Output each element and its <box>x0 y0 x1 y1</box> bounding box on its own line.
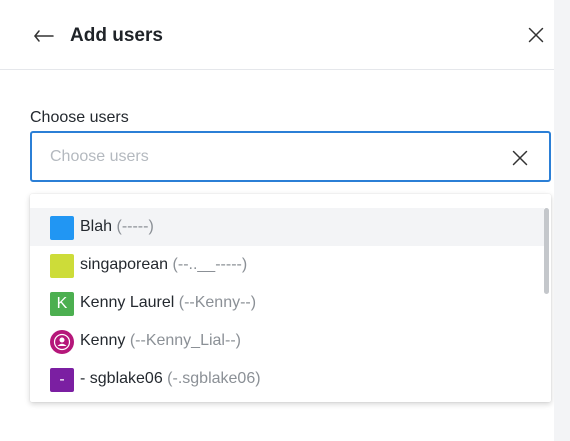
avatar-initial: K <box>56 295 68 312</box>
user-handle: (--Kenny--) <box>178 294 257 311</box>
choose-users-combobox[interactable] <box>30 131 551 182</box>
list-item-user[interactable]: Kenny (--Kenny_Lial--) <box>30 322 544 360</box>
profile-picture-icon <box>51 331 73 353</box>
dropdown-scrollbar[interactable] <box>544 208 549 294</box>
add-users-panel: Add users Choose users Blah (-----) <box>0 0 555 441</box>
avatar <box>50 254 74 278</box>
user-name: Blah <box>80 218 113 235</box>
clear-button[interactable] <box>509 147 531 169</box>
choose-users-label: Choose users <box>30 109 129 126</box>
avatar: - <box>50 368 74 392</box>
user-handle: (--Kenny_Lial--) <box>129 332 241 349</box>
panel-header: Add users <box>0 0 555 70</box>
list-item-user[interactable]: - - sgblake06 (-.sgblake06) <box>30 360 544 398</box>
background-edge <box>554 0 570 441</box>
user-name: singaporean <box>80 256 169 273</box>
user-handle: (-----) <box>116 218 154 235</box>
list-item-user[interactable]: K Kenny Laurel (--Kenny--) <box>30 284 544 322</box>
user-handle: (-.sgblake06) <box>167 370 261 387</box>
user-name: Kenny <box>80 332 126 349</box>
option-text: Kenny Laurel (--Kenny--) <box>80 293 256 313</box>
user-name: - sgblake06 <box>80 370 163 387</box>
user-suggestions-dropdown: Blah (-----) singaporean (--..__-----) K… <box>30 194 551 402</box>
back-arrow-icon <box>34 30 54 42</box>
avatar <box>50 216 74 240</box>
list-item-user[interactable]: singaporean (--..__-----) <box>30 246 544 284</box>
back-button[interactable] <box>32 24 56 48</box>
close-icon <box>528 27 544 43</box>
option-text: Blah (-----) <box>80 217 154 237</box>
user-handle: (--..__-----) <box>172 256 248 273</box>
avatar <box>50 330 74 354</box>
avatar-initial: - <box>59 371 65 388</box>
avatar: K <box>50 292 74 316</box>
user-name: Kenny Laurel <box>80 294 175 311</box>
list-item-user[interactable]: Blah (-----) <box>30 208 544 246</box>
clear-icon <box>512 150 528 166</box>
page-title: Add users <box>70 25 163 46</box>
option-text: singaporean (--..__-----) <box>80 255 247 275</box>
choose-users-input[interactable] <box>50 146 490 168</box>
option-text: Kenny (--Kenny_Lial--) <box>80 331 241 351</box>
option-text: - sgblake06 (-.sgblake06) <box>80 369 261 389</box>
close-button[interactable] <box>524 23 548 47</box>
